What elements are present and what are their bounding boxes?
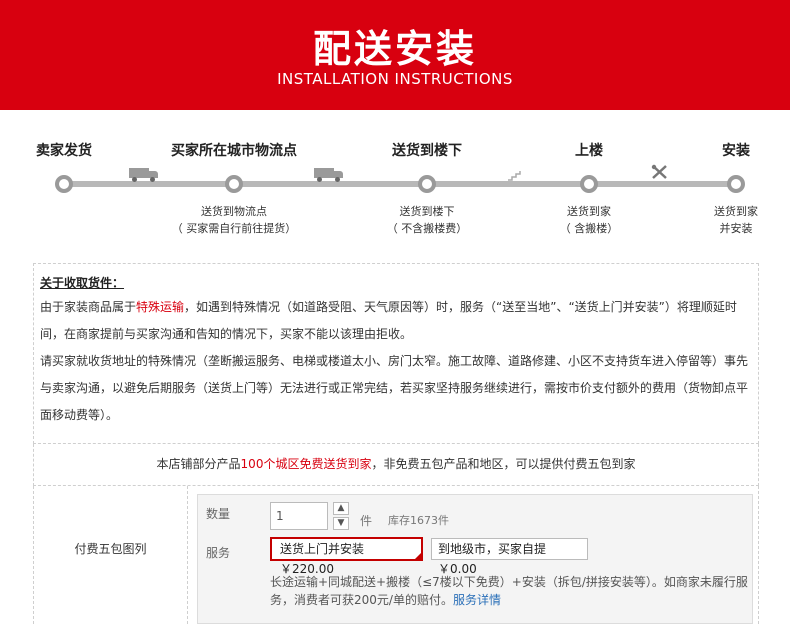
truck-icon [314, 168, 344, 182]
service-label: 服务 [206, 546, 231, 560]
service-details-link[interactable]: 服务详情 [453, 593, 501, 607]
truck-icon [129, 168, 159, 182]
step-sub-upstairs: 送货到家（ 含搬楼） [559, 205, 619, 235]
check-icon: ✓ [415, 548, 421, 556]
step-node-upstairs [580, 175, 598, 193]
quantity-input[interactable]: 1 [270, 502, 328, 530]
section-label: 付费五包图列 [34, 486, 188, 624]
tools-icon [651, 164, 667, 179]
delivery-steps: 卖家发货 买家所在城市物流点 送货到楼下 上楼 安装 送货到物流点（ 买家需自行… [0, 130, 790, 250]
banner-title: 配送安装 [312, 27, 477, 71]
step-node-downstairs [418, 175, 436, 193]
header-banner: 配送安装 INSTALLATION INSTRUCTIONS [0, 0, 790, 110]
step-label-logistics: 买家所在城市物流点 [171, 143, 297, 159]
stock-count: 库存1673件 [388, 514, 449, 527]
free-delivery-note: 本店铺部分产品100个城区免费送货到家，非免费五包产品和地区，可以提供付费五包到… [33, 444, 759, 486]
step-label-install: 安装 [722, 143, 750, 159]
purchase-panel: 数量 1 ▲ ▼ 件 库存1673件 服务 送货上门并安装 ￥220.00 ✓ … [197, 494, 753, 624]
quantity-decrease-button[interactable]: ▼ [333, 517, 349, 530]
step-label-upstairs: 上楼 [575, 143, 603, 159]
service-description: 长途运输+同城配送+搬楼（≤7楼以下免费）+安装（拆包/拼接安装等）。如商家未履… [270, 575, 748, 607]
progress-track [64, 181, 736, 187]
step-sub-logistics: 送货到物流点（ 买家需自行前往提货） [171, 205, 297, 235]
notice-box: 关于收取货件： 由于家装商品属于特殊运输，如遇到特殊情况（如道路受阻、天气原因等… [33, 263, 759, 444]
step-label-downstairs: 送货到楼下 [392, 143, 462, 159]
step-sub-install: 送货到家 并安装 [714, 205, 758, 235]
step-label-ship: 卖家发货 [36, 143, 92, 159]
service-option-pickup[interactable]: 到地级市，买家自提 ￥0.00 [431, 538, 588, 576]
banner-subtitle: INSTALLATION INSTRUCTIONS [277, 70, 513, 88]
paid-service-section: 付费五包图列 数量 1 ▲ ▼ 件 库存1673件 服务 送货上门并安装 ￥22… [33, 486, 759, 624]
quantity-label: 数量 [206, 507, 231, 521]
notice-paragraph-2: 请买家就收货地址的特殊情况（垄断搬运服务、电梯或楼道太小、房门太窄。施工故障、道… [40, 354, 749, 422]
service-option-install[interactable]: 送货上门并安装 ￥220.00 ✓ [270, 537, 423, 576]
quantity-unit: 件 [360, 514, 373, 528]
step-node-logistics [225, 175, 243, 193]
step-node-install [727, 175, 745, 193]
notice-paragraph-1: 由于家装商品属于特殊运输，如遇到特殊情况（如道路受阻、天气原因等）时，服务（“送… [40, 300, 737, 341]
quantity-increase-button[interactable]: ▲ [333, 502, 349, 515]
step-sub-downstairs: 送货到楼下（ 不含搬楼费） [386, 205, 468, 235]
notice-title: 关于收取货件： [40, 276, 125, 290]
stairs-icon [508, 171, 521, 181]
step-node-ship [55, 175, 73, 193]
